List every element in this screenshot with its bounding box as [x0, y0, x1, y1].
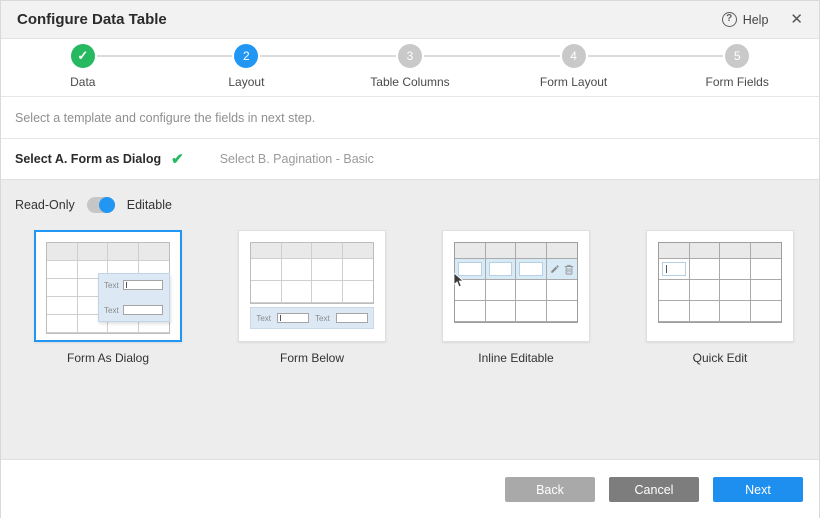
trash-icon — [564, 264, 574, 275]
step-form-layout[interactable]: 4 Form Layout — [492, 44, 656, 96]
template-thumbnail: Text Text — [34, 230, 182, 342]
read-only-label: Read-Only — [15, 198, 75, 212]
mini-field-label: Text — [256, 314, 271, 323]
text-cursor — [666, 265, 667, 273]
titlebar: Configure Data Table ? Help ✕ — [1, 1, 819, 39]
selection-row: Select A. Form as Dialog ✔ Select B. Pag… — [1, 139, 819, 180]
selection-a-label[interactable]: Select A. Form as Dialog — [15, 152, 161, 166]
selected-check-icon: ✔ — [171, 150, 184, 168]
step-number: 4 — [562, 44, 586, 68]
step-indicator: ✓ Data 2 Layout 3 Table Columns 4 Form L… — [1, 39, 819, 97]
cursor-arrow-icon — [453, 273, 465, 288]
mini-input — [519, 262, 543, 276]
mini-input — [489, 262, 513, 276]
page-title: Configure Data Table — [17, 11, 167, 28]
toggle-knob — [99, 197, 115, 213]
close-icon[interactable]: ✕ — [790, 12, 803, 27]
editable-label: Editable — [127, 198, 172, 212]
template-label: Inline Editable — [478, 351, 553, 365]
mini-input — [123, 305, 163, 315]
step-form-fields[interactable]: 5 Form Fields — [655, 44, 819, 96]
template-label: Quick Edit — [693, 351, 748, 365]
template-card-quick-edit[interactable]: Quick Edit — [646, 230, 794, 365]
mini-dialog: Text Text — [98, 273, 170, 322]
mini-table — [250, 242, 374, 304]
edit-mode-toggle[interactable] — [87, 197, 115, 213]
mini-form-strip: Text Text — [250, 307, 374, 329]
mini-field-label: Text — [104, 281, 119, 290]
step-data[interactable]: ✓ Data — [1, 44, 165, 96]
template-card-inline-editable[interactable]: Inline Editable — [442, 230, 590, 365]
mini-table — [454, 242, 578, 323]
instruction-text: Select a template and configure the fiel… — [15, 111, 315, 125]
template-thumbnail — [442, 230, 590, 342]
template-card-form-below[interactable]: Text Text Form Below — [238, 230, 386, 365]
mini-input — [123, 280, 163, 290]
step-label: Data — [70, 75, 95, 89]
instruction-row: Select a template and configure the fiel… — [1, 97, 819, 139]
help-label: Help — [743, 13, 769, 27]
text-cursor — [280, 315, 281, 321]
template-thumbnail: Text Text — [238, 230, 386, 342]
mini-input — [336, 313, 368, 323]
selection-b-label[interactable]: Select B. Pagination - Basic — [220, 152, 374, 166]
step-label: Form Layout — [540, 75, 607, 89]
template-label: Form As Dialog — [67, 351, 149, 365]
text-cursor — [126, 282, 127, 288]
step-label: Table Columns — [370, 75, 449, 89]
step-number: 2 — [234, 44, 258, 68]
step-number: 3 — [398, 44, 422, 68]
cancel-button[interactable]: Cancel — [609, 477, 699, 502]
step-table-columns[interactable]: 3 Table Columns — [328, 44, 492, 96]
mini-field-label: Text — [315, 314, 330, 323]
template-card-form-as-dialog[interactable]: Text Text Form As Dialog — [34, 230, 182, 365]
template-label: Form Below — [280, 351, 344, 365]
step-label: Form Fields — [706, 75, 769, 89]
step-number: 5 — [725, 44, 749, 68]
pencil-icon — [550, 264, 560, 274]
mini-table — [658, 242, 782, 323]
step-layout[interactable]: 2 Layout — [165, 44, 329, 96]
help-icon: ? — [722, 12, 737, 27]
template-cards: Text Text Form As Dialog — [1, 217, 819, 365]
next-button[interactable]: Next — [713, 477, 803, 502]
template-section: Read-Only Editable Text — [1, 180, 819, 459]
check-icon: ✓ — [71, 44, 95, 68]
footer: Back Cancel Next — [1, 459, 819, 519]
mini-input — [662, 262, 686, 276]
back-button[interactable]: Back — [505, 477, 595, 502]
template-thumbnail — [646, 230, 794, 342]
help-button[interactable]: ? Help — [722, 12, 769, 27]
mini-input — [277, 313, 309, 323]
step-label: Layout — [228, 75, 264, 89]
mini-field-label: Text — [104, 306, 119, 315]
edit-mode-toggle-row: Read-Only Editable — [1, 193, 819, 217]
